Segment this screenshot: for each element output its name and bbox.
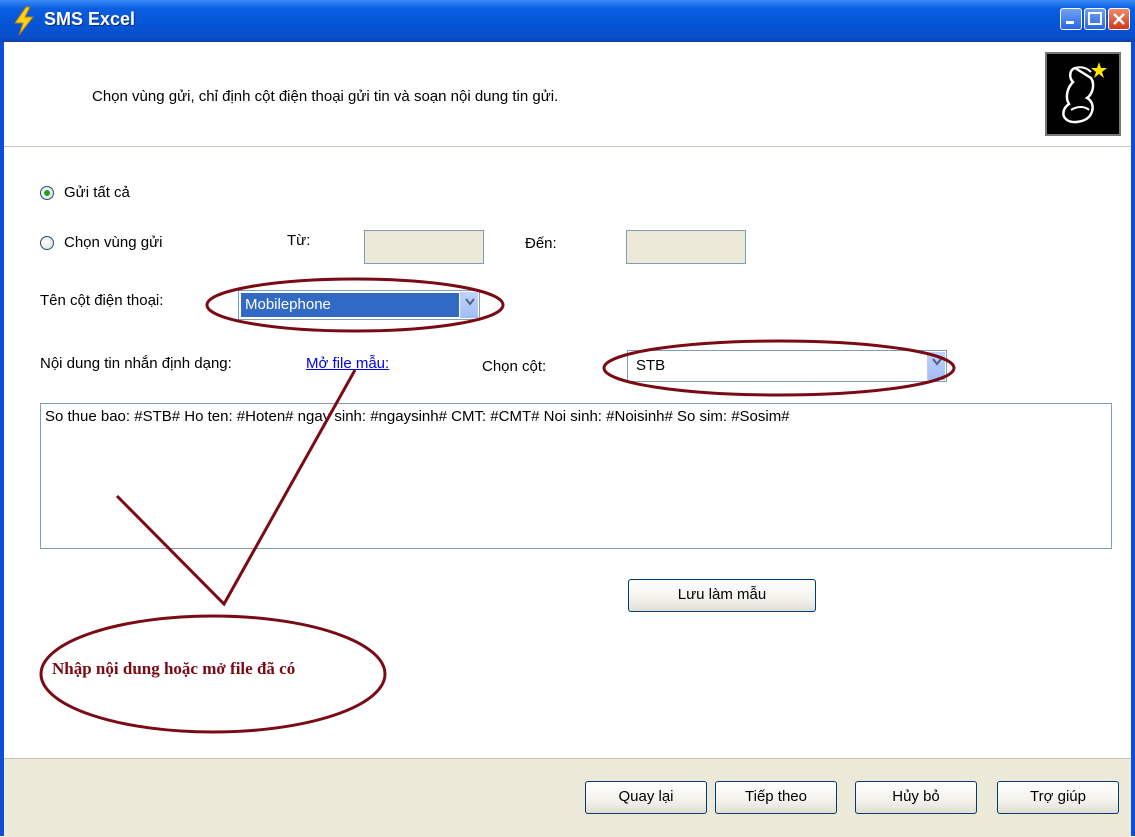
annotation-arrow xyxy=(115,369,357,607)
help-button[interactable]: Trợ giúp xyxy=(997,781,1119,814)
annotation-note: Nhập nội dung hoặc mở file đã có xyxy=(52,659,296,678)
phone-column-highlight-ellipse xyxy=(205,277,505,333)
column-select-highlight-ellipse xyxy=(602,339,956,397)
next-button[interactable]: Tiếp theo xyxy=(715,781,837,814)
cancel-button[interactable]: Hủy bỏ xyxy=(855,781,977,814)
back-button[interactable]: Quay lại xyxy=(585,781,707,814)
annotation-overlay xyxy=(39,277,956,734)
